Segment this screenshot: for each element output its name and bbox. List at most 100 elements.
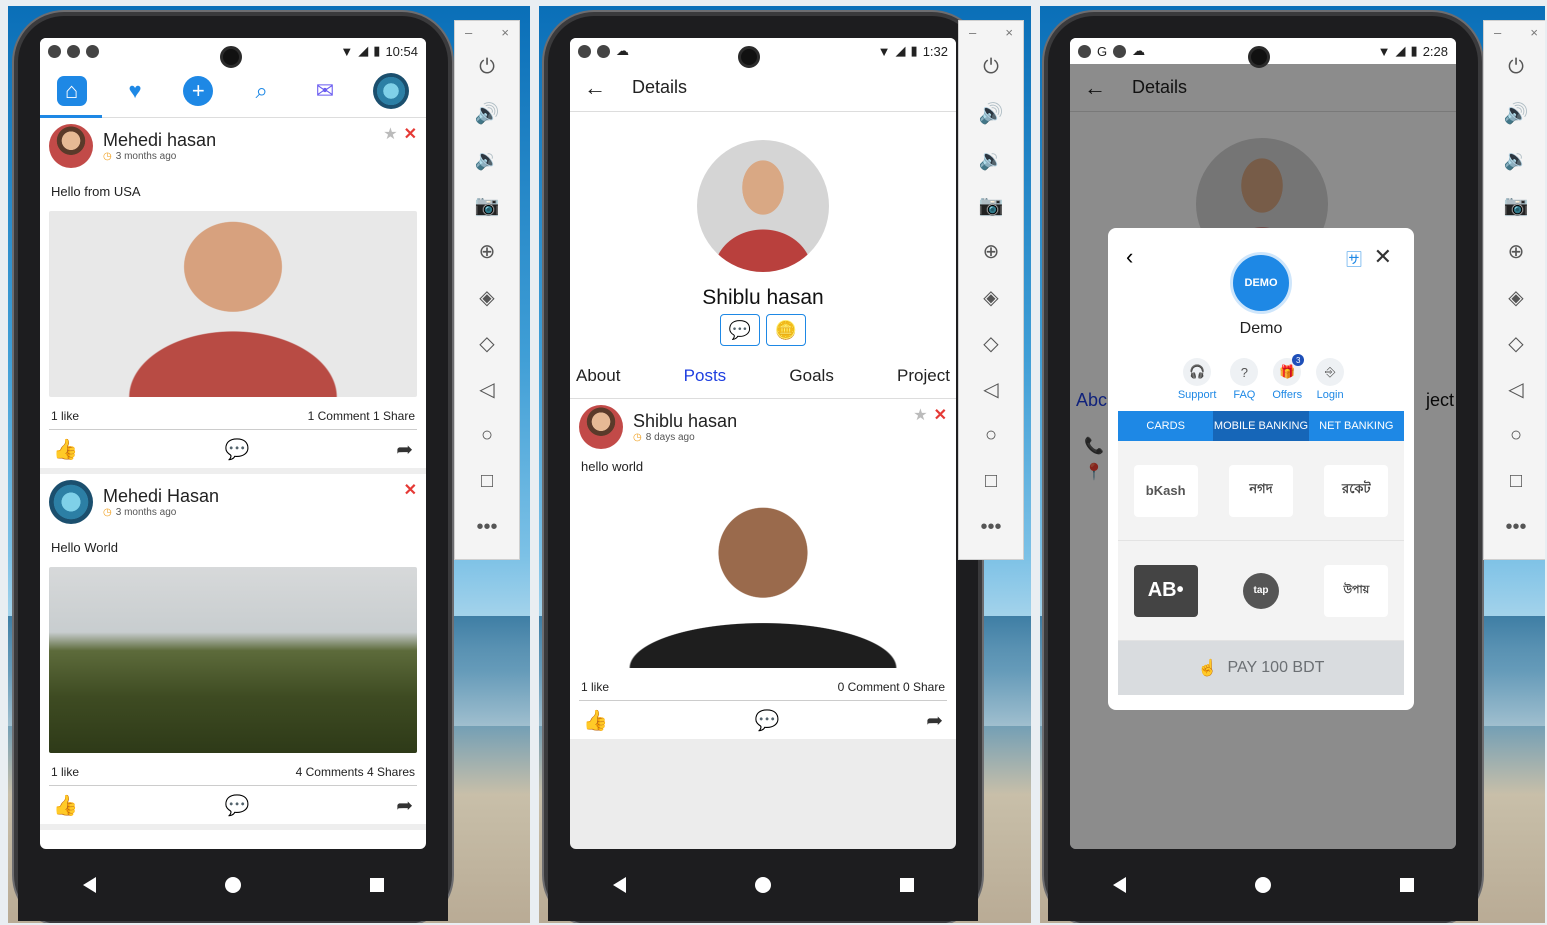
author-name[interactable]: Mehedi hasan — [103, 130, 216, 151]
like-icon[interactable]: 👍 — [53, 437, 78, 462]
minimize-button[interactable]: – — [969, 25, 976, 40]
method-ab[interactable]: AB• — [1118, 541, 1214, 641]
like-icon[interactable]: 👍 — [53, 793, 78, 818]
favorites-icon[interactable]: ♥ — [120, 76, 150, 106]
close-icon[interactable]: ✕ — [404, 480, 417, 500]
like-count[interactable]: 1 like — [581, 680, 609, 694]
profile-avatar-icon[interactable] — [373, 72, 410, 109]
post-image[interactable] — [49, 211, 417, 397]
comment-count[interactable]: 0 Comment — [838, 680, 900, 694]
rotate-right-icon[interactable]: ◇ — [959, 320, 1023, 366]
tab-about[interactable]: About — [576, 366, 620, 386]
volume-up-icon[interactable]: 🔊 — [959, 90, 1023, 136]
recents-icon[interactable] — [369, 878, 384, 892]
recents-icon[interactable] — [1399, 878, 1414, 892]
power-icon[interactable]: ⏻ — [1484, 44, 1545, 90]
comment-icon[interactable]: 💬 — [755, 708, 780, 733]
home-button-icon[interactable] — [224, 877, 241, 893]
close-button[interactable]: × — [1530, 25, 1538, 40]
zoom-icon[interactable]: ⊕ — [959, 228, 1023, 274]
home-icon[interactable]: ○ — [1484, 412, 1545, 458]
rotate-right-icon[interactable]: ◇ — [1484, 320, 1545, 366]
overview-icon[interactable]: □ — [959, 458, 1023, 504]
method-rocket[interactable]: রকেট — [1308, 441, 1404, 541]
comment-share-count[interactable]: 0 Comment 0 Share — [838, 680, 945, 694]
home-button-icon[interactable] — [1254, 877, 1271, 893]
back-icon[interactable] — [82, 877, 96, 893]
rotate-left-icon[interactable]: ◈ — [959, 274, 1023, 320]
back-icon[interactable]: ◁ — [959, 366, 1023, 412]
volume-down-icon[interactable]: 🔉 — [959, 136, 1023, 182]
camera-icon[interactable]: 📷 — [1484, 182, 1545, 228]
tab-goals[interactable]: Goals — [789, 366, 833, 386]
comment-icon[interactable]: 💬 — [225, 793, 250, 818]
home-icon[interactable]: ○ — [455, 412, 519, 458]
back-icon[interactable]: ◁ — [1484, 366, 1545, 412]
method-bkash[interactable]: bKash — [1118, 441, 1214, 541]
like-count[interactable]: 1 like — [51, 765, 79, 779]
close-icon[interactable]: ✕ — [404, 124, 417, 144]
back-icon[interactable] — [1112, 877, 1126, 893]
close-icon[interactable]: ✕ — [934, 405, 947, 425]
messenger-icon[interactable]: 💬 — [720, 314, 760, 346]
share-icon[interactable]: ➦ — [396, 437, 413, 462]
more-icon[interactable]: ••• — [455, 504, 519, 550]
rotate-left-icon[interactable]: ◈ — [455, 274, 519, 320]
back-icon[interactable]: ◁ — [455, 366, 519, 412]
messenger-icon[interactable]: ✉ — [310, 76, 340, 106]
translate-icon[interactable]: 🈂 — [1346, 246, 1362, 270]
back-icon[interactable] — [612, 877, 626, 893]
search-icon[interactable]: ⌕ — [247, 76, 277, 106]
zoom-icon[interactable]: ⊕ — [1484, 228, 1545, 274]
tab-cards[interactable]: CARDS — [1118, 411, 1213, 441]
comment-count[interactable]: 4 Comments — [296, 765, 364, 779]
share-count[interactable]: 0 Share — [903, 680, 945, 694]
tab-project[interactable]: Project — [897, 366, 950, 386]
profile-photo[interactable] — [697, 140, 829, 272]
tab-mobile-banking[interactable]: MOBILE BANKING — [1213, 411, 1309, 441]
author-avatar[interactable] — [579, 405, 623, 449]
star-icon[interactable]: ★ — [913, 405, 927, 425]
comment-share-count[interactable]: 1 Comment 1 Share — [308, 409, 415, 423]
rotate-right-icon[interactable]: ◇ — [455, 320, 519, 366]
method-tap[interactable]: tap — [1213, 541, 1309, 641]
tab-posts[interactable]: Posts — [684, 366, 727, 386]
more-icon[interactable]: ••• — [959, 504, 1023, 550]
like-count[interactable]: 1 like — [51, 409, 79, 423]
post-image[interactable] — [579, 482, 947, 668]
offers-link[interactable]: 🎁 3 Offers — [1272, 354, 1305, 401]
back-arrow-icon[interactable]: ← — [584, 75, 606, 101]
like-icon[interactable]: 👍 — [583, 708, 608, 733]
donate-icon[interactable]: 🪙 — [766, 314, 806, 346]
home-icon[interactable]: ○ — [959, 412, 1023, 458]
close-button[interactable]: × — [501, 25, 509, 40]
author-avatar[interactable] — [49, 124, 93, 168]
comment-share-count[interactable]: 4 Comments 4 Shares — [296, 765, 415, 779]
volume-up-icon[interactable]: 🔊 — [1484, 90, 1545, 136]
minimize-button[interactable]: – — [465, 25, 472, 40]
home-button-icon[interactable] — [754, 877, 771, 893]
author-name[interactable]: Shiblu hasan — [633, 411, 737, 432]
close-button[interactable]: × — [1005, 25, 1013, 40]
overview-icon[interactable]: □ — [455, 458, 519, 504]
recents-icon[interactable] — [899, 878, 914, 892]
power-icon[interactable]: ⏻ — [959, 44, 1023, 90]
volume-down-icon[interactable]: 🔉 — [455, 136, 519, 182]
author-name[interactable]: Mehedi Hasan — [103, 486, 219, 507]
comment-count[interactable]: 1 Comment — [308, 409, 370, 423]
tab-net-banking[interactable]: NET BANKING — [1309, 411, 1404, 441]
login-link[interactable]: ⎆ Login — [1316, 358, 1345, 401]
overview-icon[interactable]: □ — [1484, 458, 1545, 504]
camera-icon[interactable]: 📷 — [455, 182, 519, 228]
dialog-close-icon[interactable]: ✕ — [1374, 244, 1392, 270]
method-nagad[interactable]: নগদ — [1213, 441, 1309, 541]
more-icon[interactable]: ••• — [1484, 504, 1545, 550]
star-icon[interactable]: ★ — [383, 124, 397, 144]
support-link[interactable]: 🎧 Support — [1178, 358, 1216, 401]
share-count[interactable]: 1 Share — [373, 409, 415, 423]
volume-up-icon[interactable]: 🔊 — [455, 90, 519, 136]
zoom-icon[interactable]: ⊕ — [455, 228, 519, 274]
dialog-back-icon[interactable]: ‹ — [1126, 244, 1133, 270]
share-icon[interactable]: ➦ — [926, 708, 943, 733]
add-icon[interactable]: + — [183, 75, 214, 106]
